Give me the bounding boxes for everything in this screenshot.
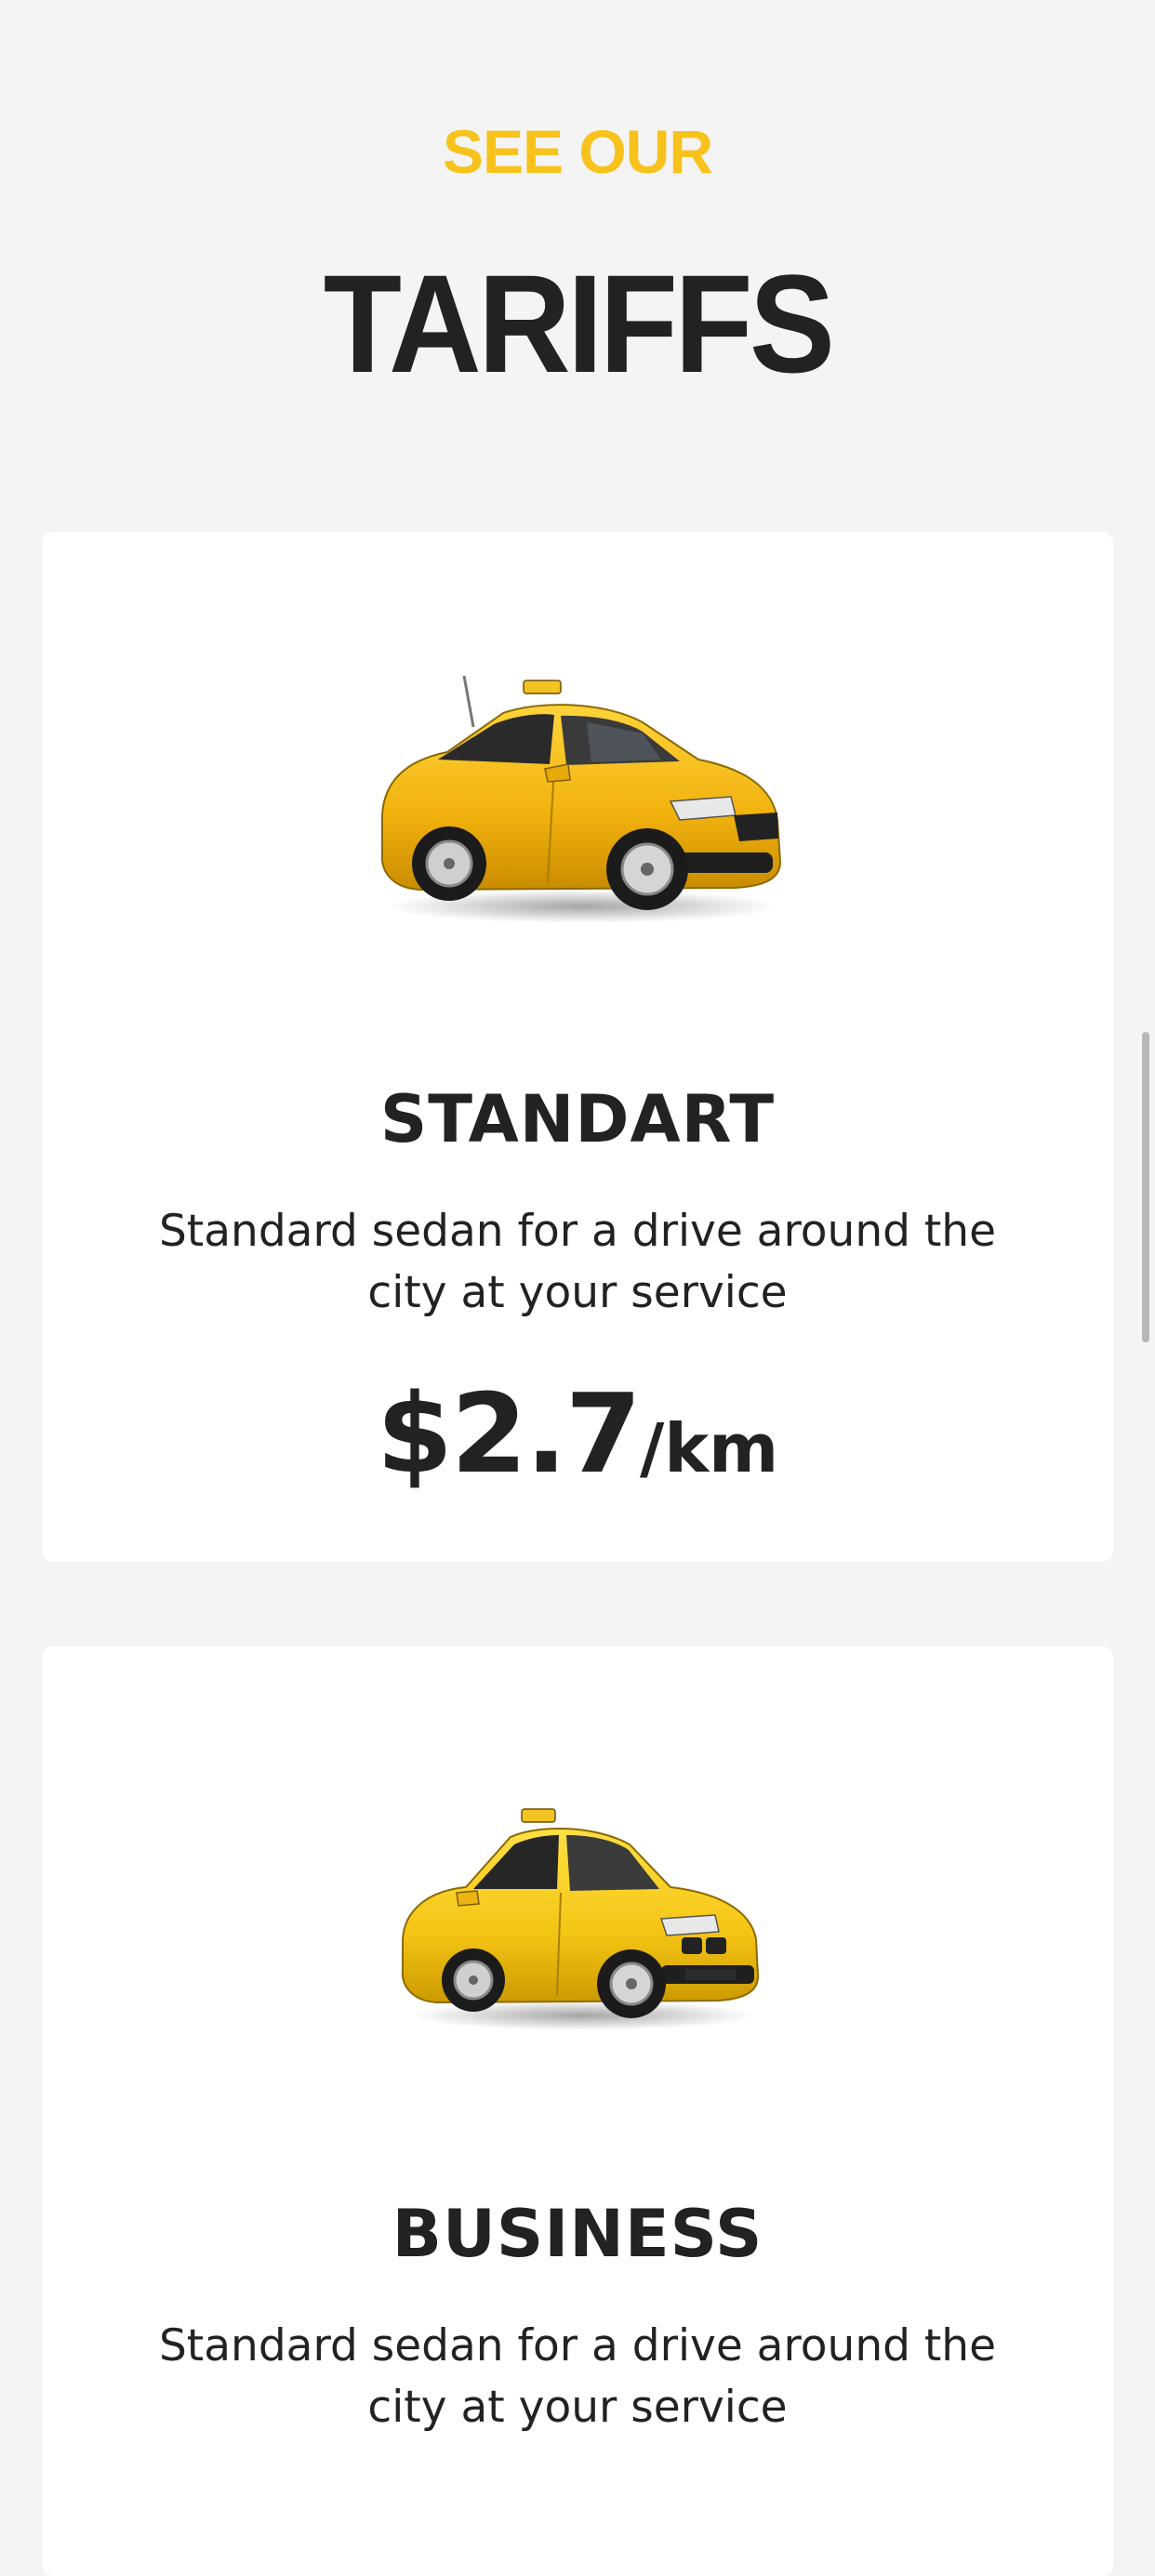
tariff-card-business[interactable]: BUSINESS Standard sedan for a drive arou…: [42, 1646, 1113, 2576]
tariff-price: $2.7/km: [42, 1368, 1113, 1513]
tariff-description: Standard sedan for a drive around the ci…: [158, 1206, 997, 1318]
tariff-name: BUSINESS: [392, 2196, 763, 2272]
tariff-card-standart[interactable]: STANDART Standard sedan for a drive arou…: [42, 532, 1113, 1562]
price-amount: $2.7: [376, 1369, 642, 1498]
yellow-sedan-taxi-image: [401, 1808, 760, 2030]
vertical-scrollbar[interactable]: [1142, 1032, 1149, 1342]
car-image-wrap: [42, 1800, 1113, 2041]
car-image-wrap: [42, 667, 1113, 936]
tariff-name: STANDART: [379, 1081, 776, 1157]
price-unit: /km: [639, 1409, 779, 1487]
tariff-description: Standard sedan for a drive around the ci…: [158, 2320, 997, 2433]
section-eyebrow: SEE OUR: [442, 117, 713, 186]
section-title: TARIFFS: [323, 245, 835, 402]
yellow-hatchback-taxi-image: [380, 675, 782, 923]
